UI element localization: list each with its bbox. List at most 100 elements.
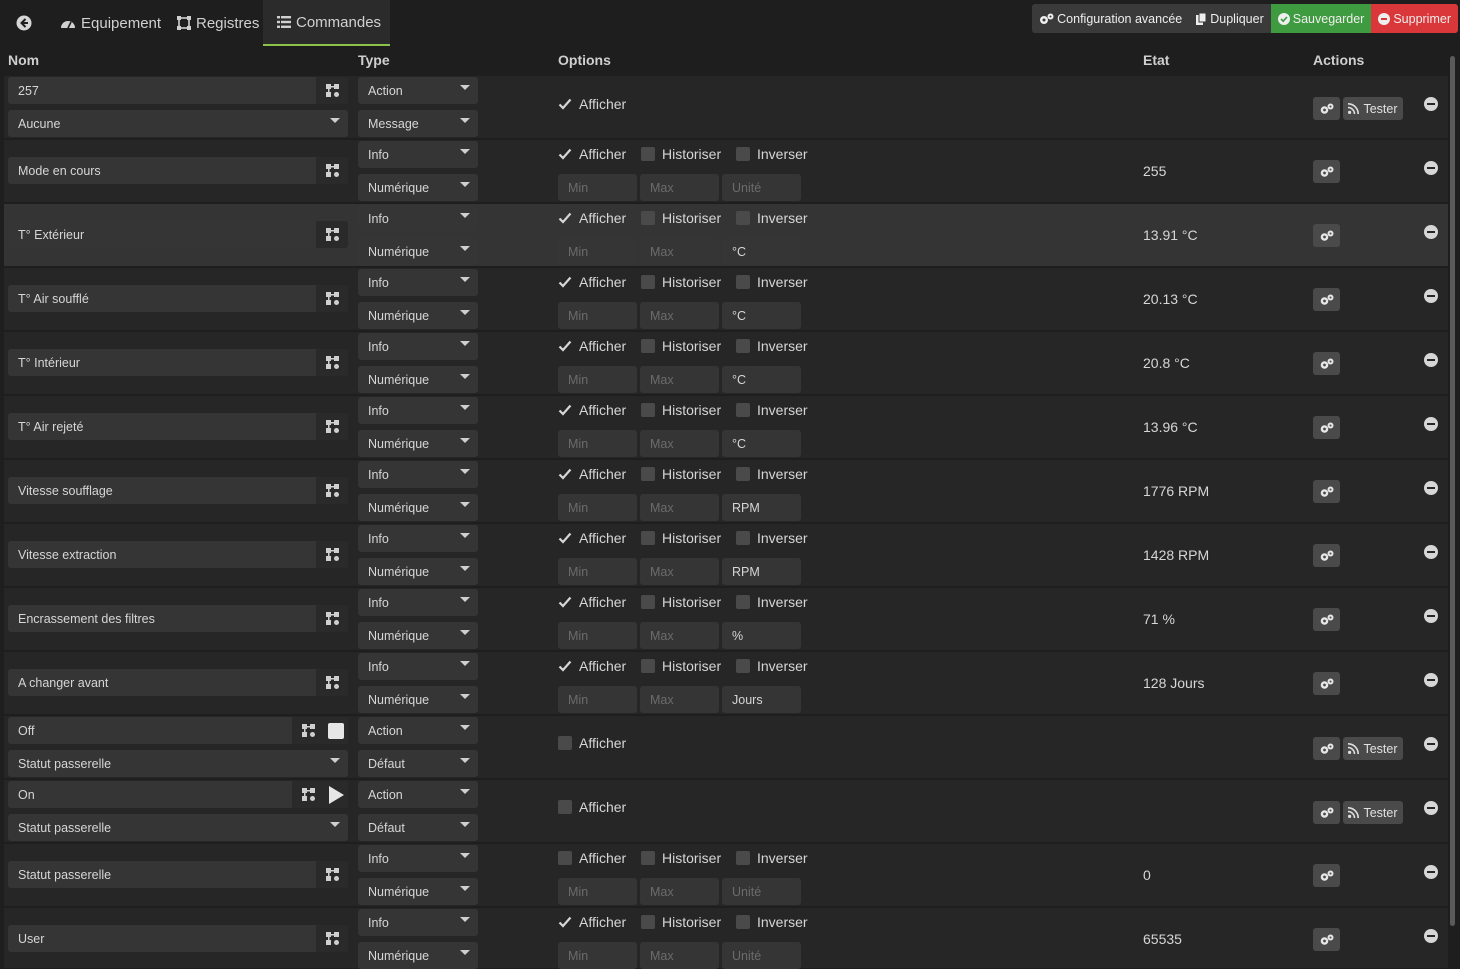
type-select[interactable]: Info bbox=[358, 269, 478, 296]
remove-command-icon[interactable] bbox=[1424, 673, 1438, 687]
min-input[interactable]: Min bbox=[558, 430, 637, 457]
inverser-checkbox[interactable]: Inverser bbox=[736, 466, 808, 482]
max-input[interactable]: Max bbox=[640, 302, 719, 329]
type-select[interactable]: Action bbox=[358, 717, 478, 744]
min-input[interactable]: Min bbox=[558, 238, 637, 265]
config-command-button[interactable] bbox=[316, 925, 348, 952]
advanced-config-command-button[interactable] bbox=[1313, 672, 1340, 695]
command-name-input[interactable]: T° Extérieur bbox=[8, 221, 348, 248]
max-input[interactable]: Max bbox=[640, 494, 719, 521]
unit-input[interactable]: Unité bbox=[722, 878, 801, 905]
back-button[interactable] bbox=[0, 0, 48, 46]
inverser-checkbox[interactable]: Inverser bbox=[736, 914, 808, 930]
subtype-select[interactable]: Défaut bbox=[358, 814, 478, 841]
advanced-config-command-button[interactable] bbox=[1313, 288, 1340, 311]
config-command-button[interactable] bbox=[316, 605, 348, 632]
historiser-checkbox[interactable]: Historiser bbox=[641, 338, 721, 354]
remove-command-icon[interactable] bbox=[1424, 481, 1438, 495]
unit-input[interactable]: RPM bbox=[722, 494, 801, 521]
unit-input[interactable]: RPM bbox=[722, 558, 801, 585]
remove-command-icon[interactable] bbox=[1424, 865, 1438, 879]
afficher-checkbox[interactable]: Afficher bbox=[558, 594, 626, 610]
type-select[interactable]: Action bbox=[358, 781, 478, 808]
tab-registres[interactable]: Registres bbox=[177, 0, 259, 46]
inverser-checkbox[interactable]: Inverser bbox=[736, 210, 808, 226]
unit-input[interactable]: °C bbox=[722, 430, 801, 457]
config-command-button[interactable] bbox=[292, 781, 324, 808]
type-select[interactable]: Info bbox=[358, 141, 478, 168]
historiser-checkbox[interactable]: Historiser bbox=[641, 850, 721, 866]
advanced-config-command-button[interactable] bbox=[1313, 928, 1340, 951]
historiser-checkbox[interactable]: Historiser bbox=[641, 594, 721, 610]
remove-command-icon[interactable] bbox=[1424, 225, 1438, 239]
subtype-select[interactable]: Numérique bbox=[358, 558, 478, 585]
max-input[interactable]: Max bbox=[640, 942, 719, 969]
max-input[interactable]: Max bbox=[640, 238, 719, 265]
command-name-input[interactable]: On bbox=[8, 781, 348, 808]
save-button[interactable]: Sauvegarder bbox=[1270, 4, 1372, 33]
unit-input[interactable]: °C bbox=[722, 366, 801, 393]
tab-commandes[interactable]: Commandes bbox=[263, 0, 390, 46]
type-select[interactable]: Action bbox=[358, 77, 478, 104]
max-input[interactable]: Max bbox=[640, 622, 719, 649]
config-command-button[interactable] bbox=[316, 349, 348, 376]
historiser-checkbox[interactable]: Historiser bbox=[641, 466, 721, 482]
remove-command-icon[interactable] bbox=[1424, 353, 1438, 367]
command-name-input[interactable]: Mode en cours bbox=[8, 157, 348, 184]
historiser-checkbox[interactable]: Historiser bbox=[641, 914, 721, 930]
min-input[interactable]: Min bbox=[558, 366, 637, 393]
min-input[interactable]: Min bbox=[558, 494, 637, 521]
advanced-config-button[interactable]: Configuration avancée bbox=[1032, 4, 1190, 33]
max-input[interactable]: Max bbox=[640, 174, 719, 201]
historiser-checkbox[interactable]: Historiser bbox=[641, 210, 721, 226]
command-name-input[interactable]: Statut passerelle bbox=[8, 861, 348, 888]
inverser-checkbox[interactable]: Inverser bbox=[736, 530, 808, 546]
afficher-checkbox[interactable]: Afficher bbox=[558, 799, 626, 815]
inverser-checkbox[interactable]: Inverser bbox=[736, 338, 808, 354]
command-name-input[interactable]: Off bbox=[8, 717, 348, 744]
config-command-button[interactable] bbox=[316, 541, 348, 568]
afficher-checkbox[interactable]: Afficher bbox=[558, 96, 626, 112]
max-input[interactable]: Max bbox=[640, 366, 719, 393]
config-command-button[interactable] bbox=[316, 477, 348, 504]
inverser-checkbox[interactable]: Inverser bbox=[736, 658, 808, 674]
afficher-checkbox[interactable]: Afficher bbox=[558, 530, 626, 546]
command-name-input[interactable]: Vitesse extraction bbox=[8, 541, 348, 568]
afficher-checkbox[interactable]: Afficher bbox=[558, 914, 626, 930]
advanced-config-command-button[interactable] bbox=[1313, 224, 1340, 247]
tab-equipement[interactable]: Equipement bbox=[60, 0, 161, 46]
subtype-select[interactable]: Numérique bbox=[358, 430, 478, 457]
config-command-button[interactable] bbox=[316, 157, 348, 184]
afficher-checkbox[interactable]: Afficher bbox=[558, 466, 626, 482]
remove-command-icon[interactable] bbox=[1424, 737, 1438, 751]
command-value-select[interactable]: Aucune bbox=[8, 110, 348, 137]
test-button[interactable]: Tester bbox=[1343, 97, 1403, 120]
min-input[interactable]: Min bbox=[558, 622, 637, 649]
duplicate-button[interactable]: Dupliquer bbox=[1189, 4, 1271, 33]
max-input[interactable]: Max bbox=[640, 686, 719, 713]
unit-input[interactable]: % bbox=[722, 622, 801, 649]
afficher-checkbox[interactable]: Afficher bbox=[558, 735, 626, 751]
afficher-checkbox[interactable]: Afficher bbox=[558, 850, 626, 866]
subtype-select[interactable]: Numérique bbox=[358, 174, 478, 201]
inverser-checkbox[interactable]: Inverser bbox=[736, 402, 808, 418]
command-name-input[interactable]: User bbox=[8, 925, 348, 952]
remove-command-icon[interactable] bbox=[1424, 417, 1438, 431]
delete-button[interactable]: Supprimer bbox=[1371, 4, 1458, 33]
advanced-config-command-button[interactable] bbox=[1313, 864, 1340, 887]
advanced-config-command-button[interactable] bbox=[1313, 416, 1340, 439]
remove-command-icon[interactable] bbox=[1424, 161, 1438, 175]
subtype-select[interactable]: Numérique bbox=[358, 622, 478, 649]
inverser-checkbox[interactable]: Inverser bbox=[736, 274, 808, 290]
config-command-button[interactable] bbox=[316, 285, 348, 312]
command-name-input[interactable]: Encrassement des filtres bbox=[8, 605, 348, 632]
type-select[interactable]: Info bbox=[358, 205, 478, 232]
historiser-checkbox[interactable]: Historiser bbox=[641, 274, 721, 290]
advanced-config-command-button[interactable] bbox=[1313, 737, 1340, 760]
command-name-input[interactable]: Vitesse soufflage bbox=[8, 477, 348, 504]
max-input[interactable]: Max bbox=[640, 558, 719, 585]
advanced-config-command-button[interactable] bbox=[1313, 801, 1340, 824]
remove-command-icon[interactable] bbox=[1424, 289, 1438, 303]
min-input[interactable]: Min bbox=[558, 878, 637, 905]
afficher-checkbox[interactable]: Afficher bbox=[558, 274, 626, 290]
